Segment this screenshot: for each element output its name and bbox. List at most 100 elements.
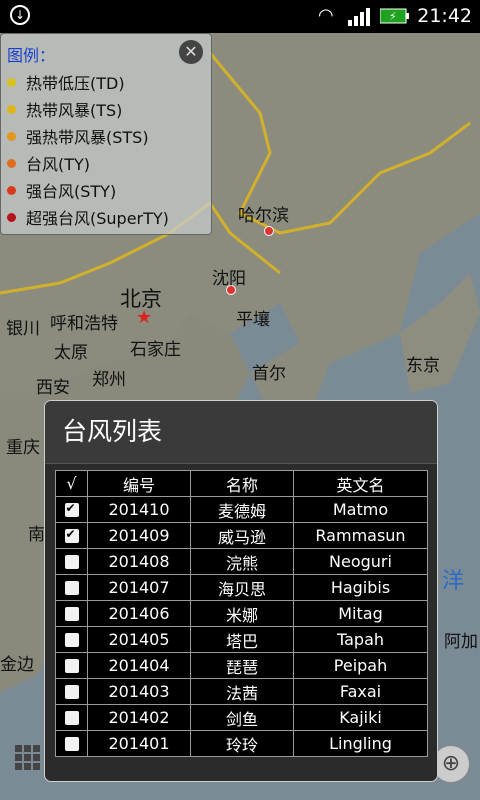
status-bar: ↓ ◠ ⚡ 21:42 bbox=[0, 0, 480, 33]
legend-dot bbox=[7, 158, 16, 168]
dialog-title: 台风列表 bbox=[45, 401, 437, 464]
checkbox-checked-icon[interactable] bbox=[64, 527, 79, 543]
typhoon-name: 海贝思 bbox=[190, 574, 294, 601]
table-row[interactable]: 201406 米娜 Mitag bbox=[55, 600, 428, 627]
checkbox-unchecked-icon[interactable] bbox=[64, 633, 79, 647]
legend-dot bbox=[7, 185, 16, 195]
row-checkbox[interactable] bbox=[55, 678, 88, 705]
map-label: 首尔 bbox=[252, 364, 286, 384]
legend-item: 强热带风暴(STS) bbox=[7, 124, 149, 148]
svg-text:⚡: ⚡ bbox=[389, 10, 397, 23]
map-label: 金边 bbox=[0, 655, 34, 675]
table-row[interactable]: 201410 麦德姆 Matmo bbox=[55, 496, 428, 523]
legend-item-label: 热带低压(TD) bbox=[26, 74, 125, 93]
map-label: 银川 bbox=[6, 319, 40, 339]
row-checkbox[interactable] bbox=[55, 730, 88, 757]
checkbox-unchecked-icon[interactable] bbox=[64, 555, 79, 569]
legend-item-label: 超强台风(SuperTY) bbox=[26, 209, 169, 228]
table-row[interactable]: 201403 法茜 Faxai bbox=[55, 678, 428, 705]
map-label: 东京 bbox=[406, 356, 440, 376]
typhoon-en-name: Matmo bbox=[293, 496, 428, 523]
legend-dot bbox=[7, 77, 16, 87]
typhoon-id: 201407 bbox=[87, 574, 191, 601]
table-row[interactable]: 201405 塔巴 Tapah bbox=[55, 626, 428, 653]
column-header-check: √ bbox=[55, 470, 88, 497]
checkbox-unchecked-icon[interactable] bbox=[64, 737, 79, 751]
legend-dot bbox=[7, 131, 16, 141]
row-checkbox[interactable] bbox=[55, 574, 88, 601]
typhoon-id: 201402 bbox=[87, 704, 191, 731]
row-checkbox[interactable] bbox=[55, 600, 88, 627]
close-icon[interactable]: ✕ bbox=[179, 40, 203, 64]
row-checkbox[interactable] bbox=[55, 548, 88, 575]
legend-item: 热带风暴(TS) bbox=[7, 97, 122, 121]
typhoon-name: 法茜 bbox=[190, 678, 294, 705]
table-row[interactable]: 201404 琵琶 Peipah bbox=[55, 652, 428, 679]
map-label: 西安 bbox=[36, 378, 70, 398]
column-header-name: 名称 bbox=[190, 470, 294, 497]
checkbox-unchecked-icon[interactable] bbox=[64, 711, 79, 725]
typhoon-name: 剑鱼 bbox=[190, 704, 294, 731]
typhoon-en-name: Tapah bbox=[293, 626, 428, 653]
typhoon-id: 201404 bbox=[87, 652, 191, 679]
map-label: 呼和浩特 bbox=[50, 314, 118, 334]
legend-title: 图例： bbox=[7, 46, 56, 65]
map-label: 太原 bbox=[54, 343, 88, 363]
download-icon: ↓ bbox=[10, 5, 30, 25]
row-checkbox[interactable] bbox=[55, 496, 88, 523]
map-label: 郑州 bbox=[92, 370, 126, 390]
table-row[interactable]: 201401 玲玲 Lingling bbox=[55, 730, 428, 757]
typhoon-id: 201406 bbox=[87, 600, 191, 627]
typhoon-id: 201410 bbox=[87, 496, 191, 523]
row-checkbox[interactable] bbox=[55, 626, 88, 653]
typhoon-en-name: Peipah bbox=[293, 652, 428, 679]
legend-item-label: 热带风暴(TS) bbox=[26, 101, 123, 120]
city-marker bbox=[264, 226, 274, 236]
legend-item: 台风(TY) bbox=[7, 151, 90, 175]
legend-item: 强台风(STY) bbox=[7, 178, 116, 202]
typhoon-name: 麦德姆 bbox=[190, 496, 294, 523]
typhoon-name: 琵琶 bbox=[190, 652, 294, 679]
map-label: 石家庄 bbox=[130, 340, 181, 360]
typhoon-en-name: Rammasun bbox=[293, 522, 428, 549]
legend-item: 超强台风(SuperTY) bbox=[7, 205, 169, 229]
table-row[interactable]: 201407 海贝思 Hagibis bbox=[55, 574, 428, 601]
table-header-row: √ 编号 名称 英文名 bbox=[55, 470, 428, 497]
checkbox-unchecked-icon[interactable] bbox=[64, 607, 79, 621]
typhoon-id: 201409 bbox=[87, 522, 191, 549]
column-header-id: 编号 bbox=[87, 470, 191, 497]
typhoon-id: 201403 bbox=[87, 678, 191, 705]
legend-item-label: 强热带风暴(STS) bbox=[26, 128, 149, 147]
signal-icon bbox=[348, 8, 374, 26]
typhoon-name: 米娜 bbox=[190, 600, 294, 627]
typhoon-table: √ 编号 名称 英文名 201410 麦德姆 Matmo 201409 威马逊 bbox=[55, 470, 428, 757]
map-label: 洋 bbox=[442, 569, 465, 594]
row-checkbox[interactable] bbox=[55, 652, 88, 679]
legend-item-label: 强台风(STY) bbox=[26, 182, 117, 201]
checkbox-checked-icon[interactable] bbox=[64, 501, 79, 517]
checkbox-unchecked-icon[interactable] bbox=[64, 685, 79, 699]
map-label: 南 bbox=[28, 525, 45, 545]
row-checkbox[interactable] bbox=[55, 522, 88, 549]
table-row[interactable]: 201408 浣熊 Neoguri bbox=[55, 548, 428, 575]
legend-dot bbox=[7, 212, 16, 222]
checkbox-unchecked-icon[interactable] bbox=[64, 659, 79, 673]
table-row[interactable]: 201402 剑鱼 Kajiki bbox=[55, 704, 428, 731]
status-time: 21:42 bbox=[417, 5, 472, 27]
grid-menu-icon[interactable] bbox=[15, 745, 41, 771]
typhoon-id: 201401 bbox=[87, 730, 191, 757]
typhoon-en-name: Hagibis bbox=[293, 574, 428, 601]
map-label: 阿加 bbox=[444, 632, 478, 652]
typhoon-id: 201405 bbox=[87, 626, 191, 653]
map-label: 哈尔滨 bbox=[238, 206, 289, 226]
table-row[interactable]: 201409 威马逊 Rammasun bbox=[55, 522, 428, 549]
map-label: 沈阳 bbox=[212, 269, 246, 289]
typhoon-list-dialog: 台风列表 √ 编号 名称 英文名 201410 麦德姆 Matmo bbox=[44, 400, 438, 782]
typhoon-name: 塔巴 bbox=[190, 626, 294, 653]
checkbox-unchecked-icon[interactable] bbox=[64, 581, 79, 595]
typhoon-en-name: Neoguri bbox=[293, 548, 428, 575]
legend-panel: 图例： ✕ 热带低压(TD) 热带风暴(TS) 强热带风暴(STS) 台风(TY… bbox=[0, 33, 212, 235]
typhoon-en-name: Lingling bbox=[293, 730, 428, 757]
capital-star-icon: ★ bbox=[136, 307, 153, 328]
row-checkbox[interactable] bbox=[55, 704, 88, 731]
